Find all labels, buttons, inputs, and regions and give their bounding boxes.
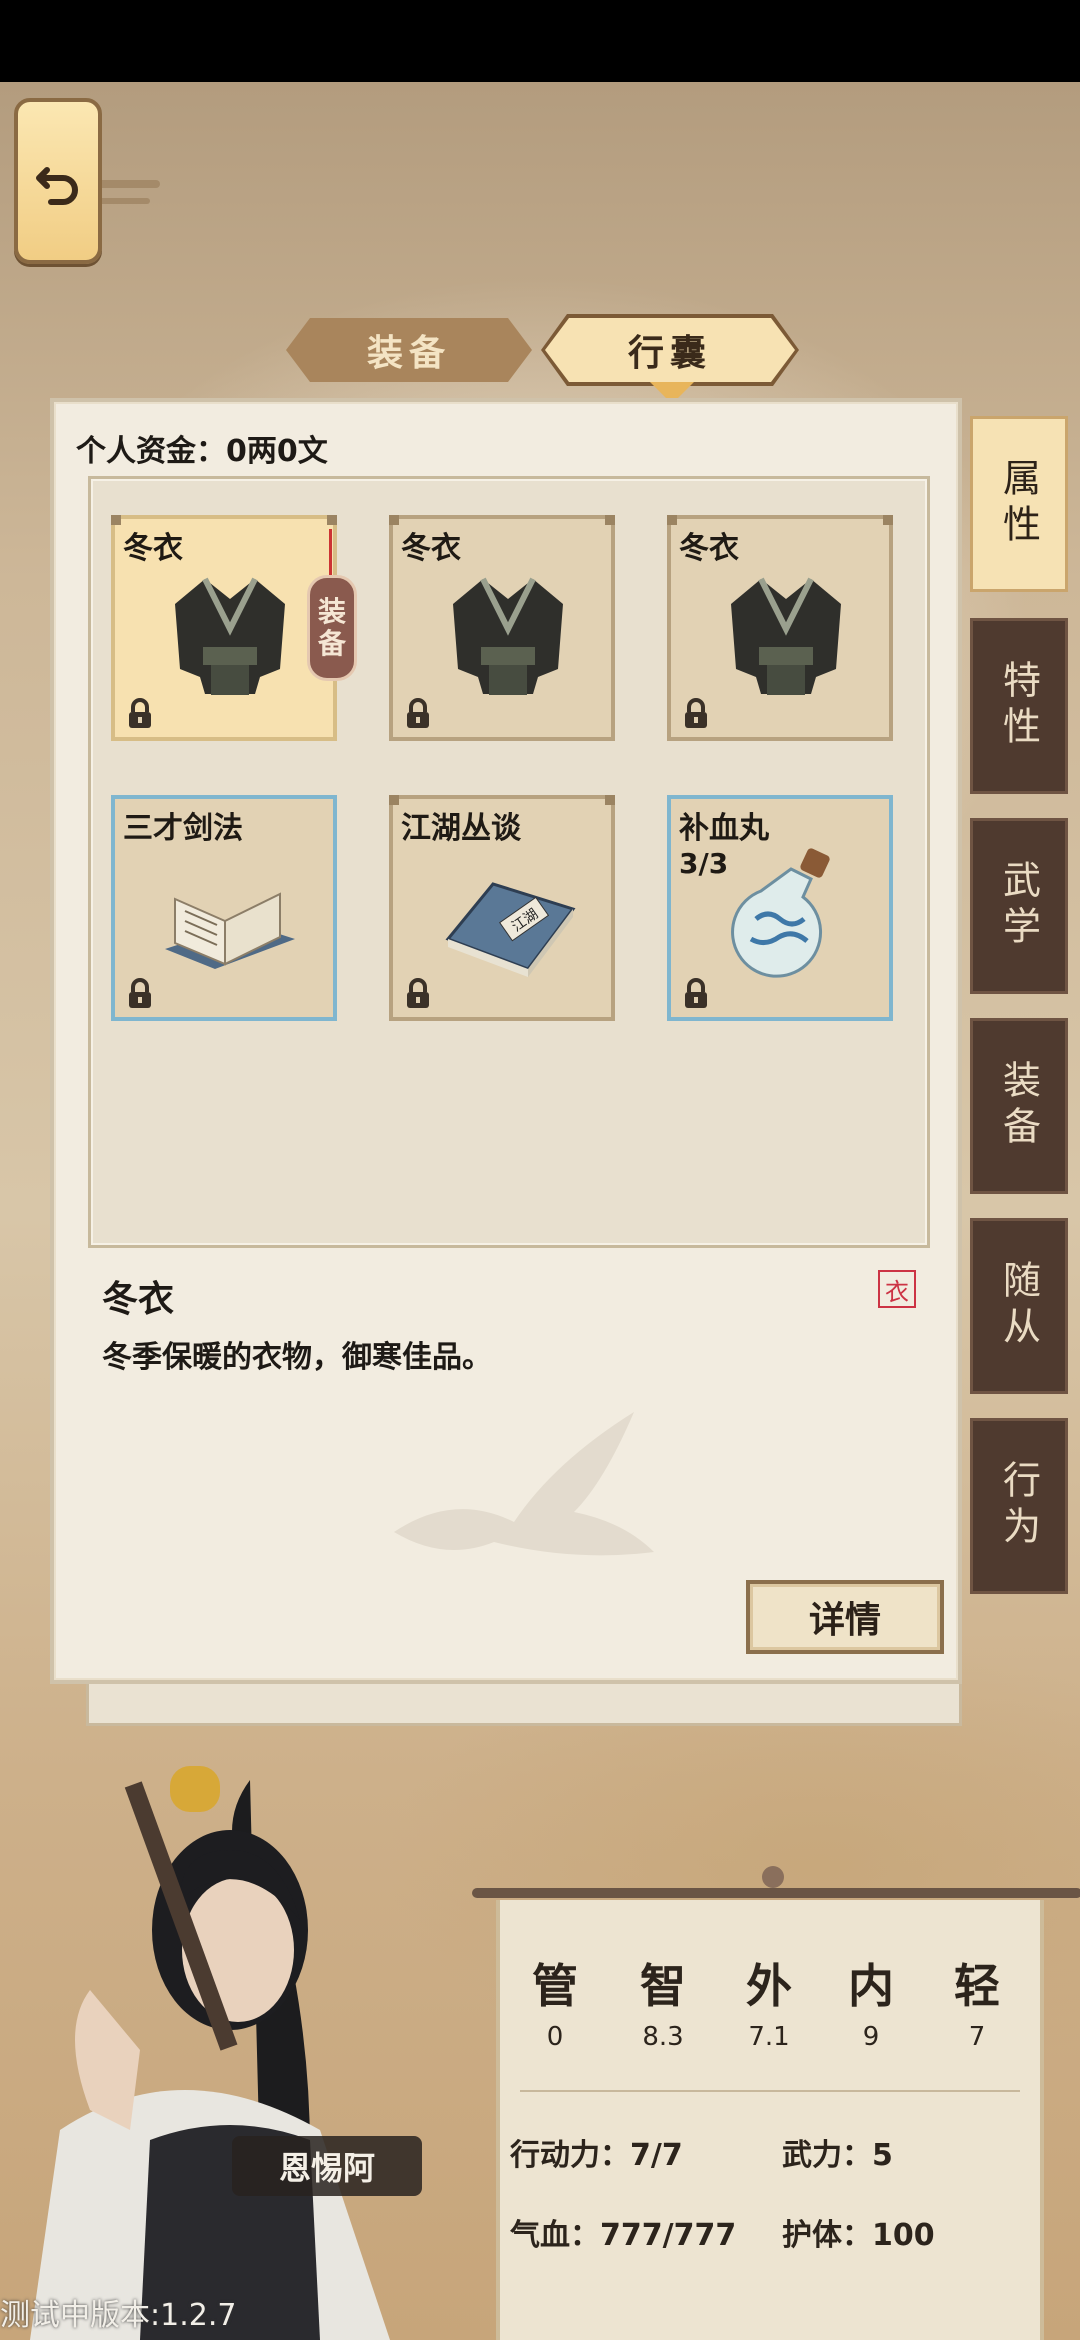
card-corner [667, 515, 677, 525]
scroll-knob [762, 1866, 784, 1888]
lock-icon [407, 978, 429, 1008]
item-card[interactable]: 冬衣 装 备 [111, 515, 357, 741]
card-corner [327, 515, 337, 525]
side-tab-followers[interactable]: 随从 [970, 1218, 1068, 1394]
status-bar [0, 0, 1080, 82]
scroll-rod [472, 1888, 1080, 1898]
cloth-icon [175, 577, 285, 695]
character-portrait [30, 1766, 390, 2340]
side-tab-traits[interactable]: 特性 [970, 618, 1068, 794]
equipped-tag: 装 备 [307, 575, 357, 681]
item-card[interactable]: 补血丸 3/3 [667, 795, 893, 1021]
details-button[interactable]: 详情 [746, 1580, 944, 1654]
equipped-tag-char: 备 [317, 627, 346, 660]
funds-label: 个人资金：0两0文 [76, 434, 328, 469]
force-value: 武力：5 [782, 2138, 893, 2173]
detail-item-name: 冬衣 [102, 1279, 175, 1320]
side-tab-equipment[interactable]: 装备 [970, 1018, 1068, 1194]
item-grid: 冬衣 装 备 冬衣 冬衣 三才剑法 江湖丛谈 江湖 补血丸 3/3 [88, 476, 930, 1248]
stat-key: 轻 [954, 1959, 1000, 2013]
bird-ink-decoration [394, 1412, 654, 1556]
back-button[interactable] [14, 98, 102, 264]
stat-column: 外 7.1 [724, 1950, 814, 2052]
item-type-badge: 衣 [878, 1270, 916, 1308]
lock-icon [685, 698, 707, 728]
action-points: 行动力：7/7 [510, 2138, 683, 2173]
tab-bag[interactable]: 行囊 [545, 318, 795, 382]
side-tab-martial-arts[interactable]: 武学 [970, 818, 1068, 994]
detail-description: 冬季保暖的衣物，御寒佳品。 [102, 1340, 492, 1375]
lock-icon [685, 978, 707, 1008]
item-card[interactable]: 冬衣 [389, 515, 615, 741]
inventory-panel: 个人资金：0两0文 冬衣 装 备 冬衣 冬衣 三才剑法 江湖丛谈 江湖 补血丸 … [50, 398, 962, 1684]
side-tab-attributes[interactable]: 属性 [970, 416, 1068, 592]
stats-divider [520, 2090, 1020, 2092]
card-corner [605, 795, 615, 805]
stats-panel: 管 0 智 8.3 外 7.1 内 9 轻 7 行动力：7/7 武力：5 气血：… [496, 1900, 1044, 2340]
stat-value: 9 [862, 2022, 880, 2052]
item-card[interactable]: 冬衣 [667, 515, 893, 741]
stat-value: 7.1 [748, 2022, 790, 2052]
lock-icon [129, 978, 151, 1008]
card-corner [389, 515, 399, 525]
card-corner [111, 515, 121, 525]
tab-equip[interactable]: 装备 [286, 318, 532, 382]
card-corner [389, 795, 399, 805]
guard-value: 护体：100 [782, 2218, 935, 2253]
stat-column: 内 9 [826, 1950, 916, 2052]
stat-value: 0 [546, 2022, 564, 2052]
cloth-icon [731, 577, 841, 695]
card-corner [883, 515, 893, 525]
hp-value: 气血：777/777 [510, 2218, 737, 2253]
manual-book-icon [165, 892, 295, 969]
stat-key: 外 [746, 1959, 792, 2013]
potion-bottle-icon [731, 848, 830, 978]
stat-key: 智 [640, 1959, 686, 2013]
card-corner [605, 515, 615, 525]
stat-key: 管 [532, 1959, 578, 2013]
stat-key: 内 [848, 1959, 894, 2013]
stat-column: 智 8.3 [618, 1950, 708, 2052]
character-name-plate: 恩惕阿 [232, 2136, 422, 2196]
stat-column: 管 0 [510, 1950, 600, 2052]
stat-value: 7 [968, 2022, 986, 2052]
lock-icon [407, 698, 429, 728]
stat-value: 8.3 [642, 2022, 684, 2052]
cloth-icon [453, 577, 563, 695]
item-card[interactable]: 三才剑法 [111, 795, 337, 1021]
back-arrow-icon [36, 167, 78, 205]
version-label: 测试中版本:1.2.7 [0, 2298, 237, 2333]
side-tab-behavior[interactable]: 行为 [970, 1418, 1068, 1594]
item-card[interactable]: 江湖丛谈 江湖 [389, 795, 615, 1021]
book-icon: 江湖 [445, 882, 576, 977]
stat-column: 轻 7 [932, 1950, 1022, 2052]
lock-icon [129, 698, 151, 728]
equip-tag-string [329, 529, 332, 577]
equipped-tag-char: 装 [317, 595, 346, 628]
